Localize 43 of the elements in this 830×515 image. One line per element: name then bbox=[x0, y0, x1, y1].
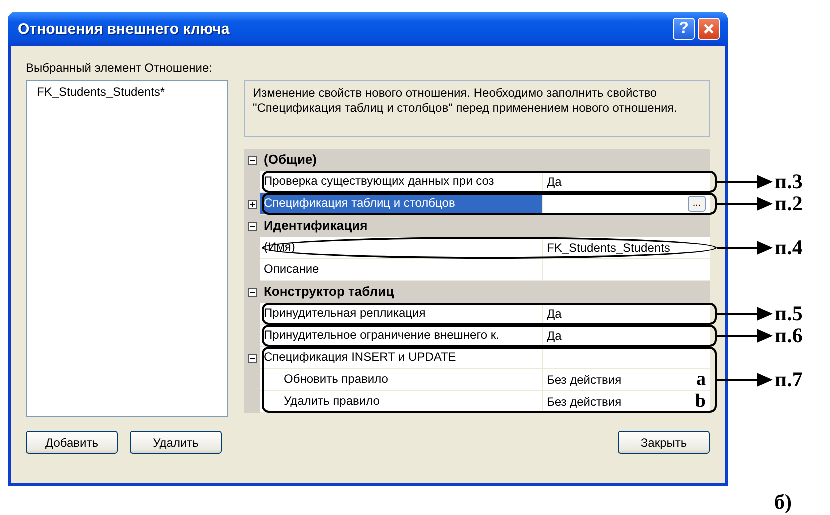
figure-caption: б) bbox=[774, 490, 792, 515]
callout-arrow bbox=[717, 197, 773, 211]
property-name[interactable]: Спецификация INSERT и UPDATE bbox=[260, 347, 543, 369]
property-name[interactable]: Обновить правило bbox=[260, 369, 543, 391]
callout-label: п.6 bbox=[775, 324, 803, 348]
category-header[interactable]: Идентификация bbox=[260, 215, 710, 237]
plus-box-icon[interactable] bbox=[248, 200, 256, 208]
value-text: Без действия bbox=[547, 372, 623, 386]
value-text: Да bbox=[547, 306, 563, 320]
description-text: Изменение свойств нового отношения. Необходимо заполнить свойство "Спецификация таблиц и столбцов" перед применением нового отношения. bbox=[244, 80, 710, 137]
callout-arrow bbox=[717, 373, 773, 387]
window-title: Отношения внешнего ключа bbox=[18, 20, 231, 38]
value-text: Без действия bbox=[547, 394, 623, 408]
close-dialog-button[interactable]: Закрыть bbox=[618, 431, 710, 454]
callout-arrow bbox=[717, 307, 773, 321]
callout-label: п.7 bbox=[775, 368, 803, 392]
value-text: FK_Students_Students bbox=[547, 240, 672, 254]
property-name[interactable]: Описание bbox=[260, 259, 543, 281]
note-letter: a bbox=[696, 370, 706, 388]
minus-box-icon[interactable] bbox=[248, 354, 256, 362]
callout-label: п.3 bbox=[775, 170, 803, 194]
callout-arrow bbox=[717, 241, 773, 255]
value-text: Да bbox=[547, 174, 563, 188]
category-header[interactable]: Конструктор таблиц bbox=[260, 281, 710, 303]
close-icon bbox=[703, 23, 715, 35]
dialog-button[interactable]: Удалить bbox=[130, 431, 222, 454]
note-letter: b bbox=[695, 392, 706, 410]
callout-label: п.5 bbox=[775, 302, 803, 326]
browse-button[interactable]: ... bbox=[688, 196, 706, 212]
category-header[interactable]: (Общие) bbox=[260, 149, 710, 171]
minus-box-icon[interactable] bbox=[248, 156, 256, 164]
minus-box-icon[interactable] bbox=[248, 222, 256, 230]
callout-arrow bbox=[717, 329, 773, 343]
minus-box-icon[interactable] bbox=[248, 288, 256, 296]
close-button[interactable] bbox=[698, 18, 720, 40]
dialog-button[interactable]: Добавить bbox=[26, 431, 118, 454]
callout-label: п.4 bbox=[775, 236, 803, 260]
property-name[interactable]: Удалить правило bbox=[260, 391, 543, 413]
callout-arrow bbox=[717, 175, 773, 189]
callout-label: п.2 bbox=[775, 192, 803, 216]
list-item[interactable]: FK_Students_Students* bbox=[35, 84, 168, 100]
relations-label: Выбранный элемент Отношение: bbox=[26, 60, 214, 76]
value-text: Да bbox=[547, 328, 563, 342]
